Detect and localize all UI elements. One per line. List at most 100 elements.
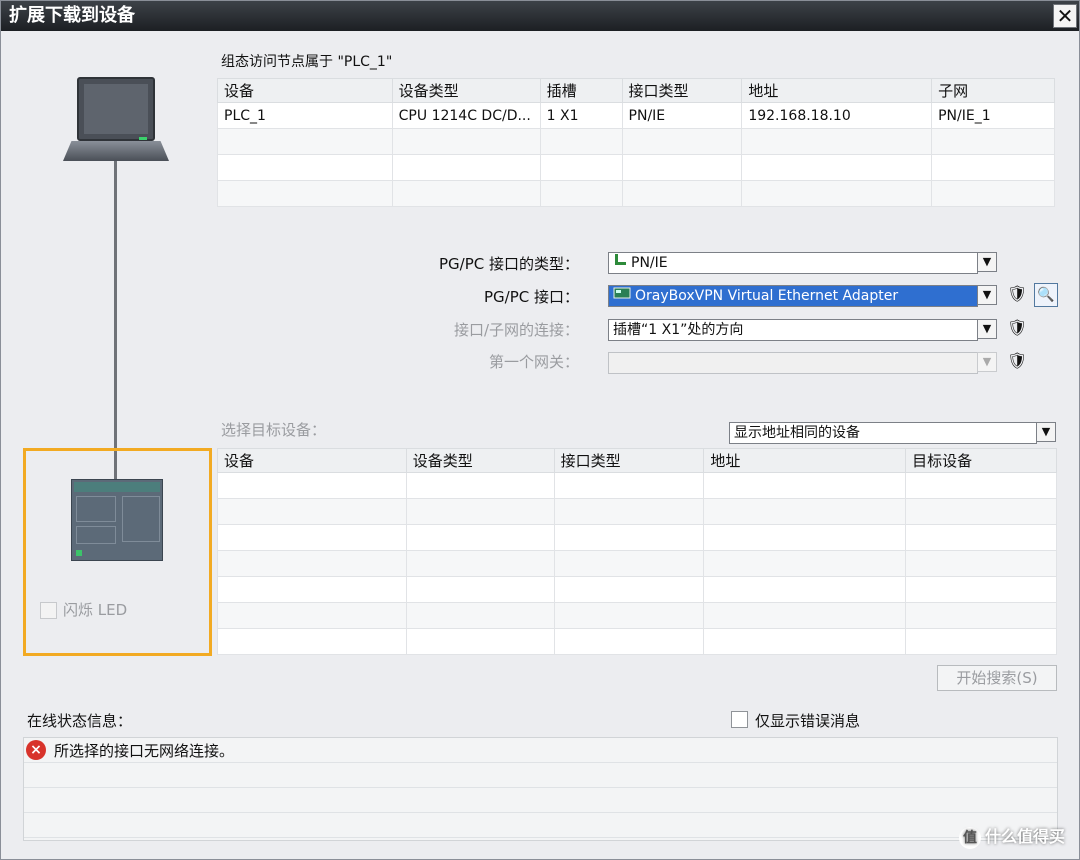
table-cell <box>703 498 907 525</box>
chevron-down-icon[interactable]: ▼ <box>977 252 997 272</box>
flash-led-label: 闪烁 LED <box>63 601 128 619</box>
pgpc-type-label: PG/PC 接口的类型： <box>438 255 579 273</box>
table-cell <box>703 576 907 603</box>
first-gateway-label: 第一个网关： <box>488 353 579 371</box>
table-row[interactable] <box>217 576 1057 603</box>
list-item <box>24 813 1057 838</box>
table-cell <box>553 550 705 577</box>
chevron-down-icon[interactable]: ▼ <box>977 352 997 372</box>
config-column-header[interactable]: 设备类型 <box>391 78 541 103</box>
close-icon[interactable]: ✕ <box>1053 4 1077 28</box>
table-cell <box>539 128 623 155</box>
target-heading: 选择目标设备： <box>221 421 327 439</box>
table-cell <box>621 128 743 155</box>
table-cell <box>553 498 705 525</box>
start-search-button[interactable]: 开始搜索(S) <box>937 665 1057 691</box>
target-filter-select[interactable]: 显示地址相同的设备 <box>729 422 1037 444</box>
first-gateway-select[interactable] <box>608 352 978 374</box>
target-column-header[interactable]: 设备 <box>217 448 407 473</box>
table-row[interactable] <box>217 128 1055 155</box>
pgpc-interface-value: OrayBoxVPN Virtual Ethernet Adapter <box>635 288 899 304</box>
table-cell <box>217 154 393 181</box>
table-cell <box>391 180 541 207</box>
table-cell <box>905 472 1057 499</box>
pgpc-interface-label: PG/PC 接口： <box>483 288 579 306</box>
config-heading: 组态访问节点属于 "PLC_1" <box>221 54 393 70</box>
target-column-header[interactable]: 设备类型 <box>405 448 555 473</box>
table-cell <box>905 602 1057 629</box>
table-cell <box>217 524 407 551</box>
table-cell <box>621 180 743 207</box>
table-cell <box>405 602 555 629</box>
table-row[interactable] <box>217 154 1055 181</box>
table-row[interactable] <box>217 628 1057 655</box>
table-cell <box>931 154 1055 181</box>
table-cell: 1 X1 <box>539 102 623 129</box>
table-cell <box>391 154 541 181</box>
table-cell <box>703 524 907 551</box>
window-title: 扩展下载到设备 <box>9 5 135 26</box>
pgpc-type-select[interactable]: PN/IE <box>608 252 978 274</box>
status-message: 所选择的接口无网络连接。 <box>54 742 235 760</box>
config-column-header[interactable]: 插槽 <box>539 78 623 103</box>
table-cell: CPU 1214C DC/D... <box>391 102 541 129</box>
table-cell <box>405 524 555 551</box>
table-row[interactable] <box>217 498 1057 525</box>
table-cell <box>703 472 907 499</box>
pgpc-type-value: PN/IE <box>631 255 668 271</box>
chevron-down-icon[interactable]: ▼ <box>977 285 997 305</box>
table-cell <box>217 180 393 207</box>
table-cell <box>553 602 705 629</box>
search-icon[interactable]: 🔍 <box>1034 283 1058 307</box>
status-heading: 在线状态信息： <box>27 712 133 730</box>
config-column-header[interactable]: 设备 <box>217 78 393 103</box>
errors-only-checkbox[interactable] <box>731 711 748 728</box>
flash-led-checkbox[interactable] <box>40 602 57 619</box>
table-cell <box>217 550 407 577</box>
config-column-header[interactable]: 子网 <box>931 78 1055 103</box>
list-item <box>24 788 1057 813</box>
table-cell <box>621 154 743 181</box>
network-cable <box>114 161 117 479</box>
subnet-connection-select[interactable]: 插槽“1 X1”处的方向 <box>608 319 978 341</box>
table-cell <box>905 550 1057 577</box>
config-column-header[interactable]: 地址 <box>741 78 933 103</box>
table-cell <box>905 628 1057 655</box>
target-filter-value: 显示地址相同的设备 <box>734 425 860 441</box>
target-column-header[interactable]: 接口类型 <box>553 448 705 473</box>
table-row[interactable] <box>217 602 1057 629</box>
pgpc-interface-select[interactable]: OrayBoxVPN Virtual Ethernet Adapter <box>608 285 978 307</box>
error-icon: × <box>26 740 46 760</box>
table-cell: PN/IE_1 <box>931 102 1055 129</box>
table-row[interactable] <box>217 550 1057 577</box>
chevron-down-icon[interactable]: ▼ <box>977 319 997 339</box>
list-item <box>24 763 1057 788</box>
list-item: × 所选择的接口无网络连接。 <box>24 738 1057 763</box>
target-devices-table: 设备 设备类型 接口类型 地址 目标设备 <box>217 448 1057 655</box>
table-cell <box>405 472 555 499</box>
config-column-header[interactable]: 接口类型 <box>621 78 743 103</box>
table-cell <box>905 524 1057 551</box>
download-dialog: 扩展下载到设备 ✕ 闪烁 LED 组态访问节点属于 "PLC_1" 设备 设备类型… <box>0 0 1080 860</box>
watermark-text: 什么值得买 <box>984 827 1065 846</box>
table-row[interactable]: PLC_1 CPU 1214C DC/D... 1 X1 PN/IE 192.168.1… <box>217 102 1055 129</box>
table-cell: PLC_1 <box>217 102 393 129</box>
table-cell <box>405 576 555 603</box>
watermark-logo-icon: 值 <box>958 827 981 849</box>
shield-icon: 🛡 <box>1007 318 1028 337</box>
table-cell <box>703 602 907 629</box>
table-cell <box>539 154 623 181</box>
table-cell <box>931 180 1055 207</box>
table-cell <box>741 180 933 207</box>
table-row[interactable] <box>217 472 1057 499</box>
table-row[interactable] <box>217 524 1057 551</box>
table-cell <box>553 472 705 499</box>
table-cell <box>405 498 555 525</box>
errors-only-label: 仅显示错误消息 <box>755 712 861 730</box>
shield-icon: 🛡 <box>1007 351 1028 370</box>
chevron-down-icon[interactable]: ▼ <box>1036 422 1056 442</box>
table-row[interactable] <box>217 180 1055 207</box>
target-column-header[interactable]: 目标设备 <box>905 448 1057 473</box>
shield-icon: 🛡 <box>1007 284 1028 303</box>
target-column-header[interactable]: 地址 <box>703 448 907 473</box>
